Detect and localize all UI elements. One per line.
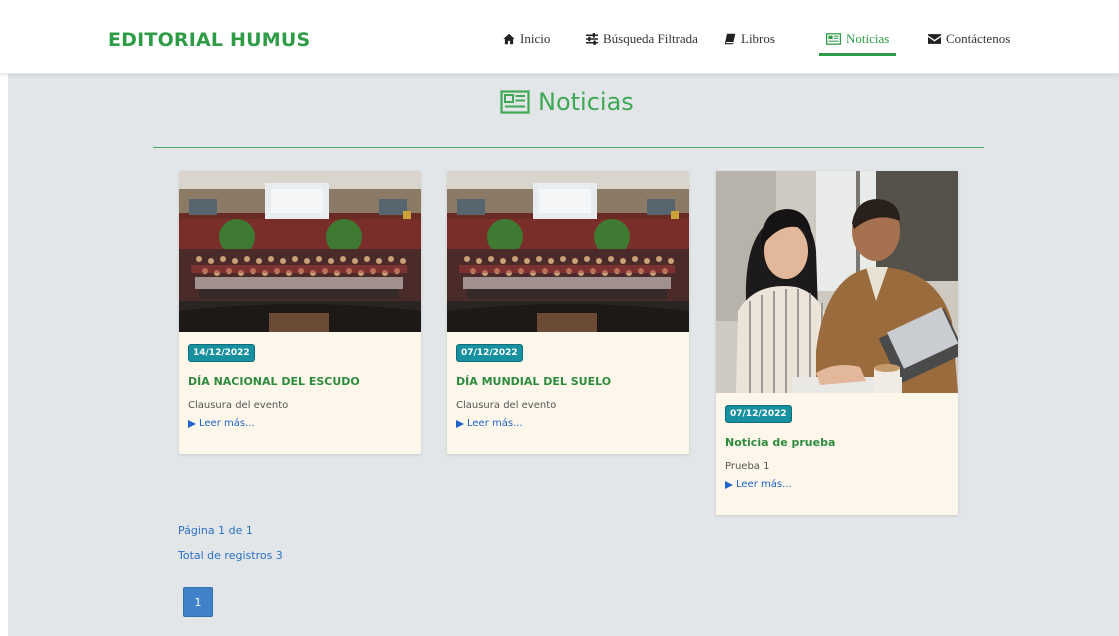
title-divider [153,147,984,148]
news-card: 07/12/2022 Noticia de prueba Prueba 1 Le… [716,171,958,515]
read-more-link[interactable]: Leer más... [456,418,523,429]
play-icon [188,419,196,428]
home-icon [503,33,515,45]
nav-item-label: Inicio [520,31,551,46]
date-badge: 07/12/2022 [725,405,792,423]
page-info: Página 1 de 1 [178,524,253,537]
read-more-link[interactable]: Leer más... [725,479,792,490]
news-image-office[interactable] [716,171,958,393]
news-title[interactable]: Noticia de prueba [725,436,835,449]
news-title[interactable]: DÍA NACIONAL DEL ESCUDO [188,375,360,388]
date-badge: 07/12/2022 [456,344,523,362]
navbar: EDITORIAL HUMUS Inicio Búsqueda Filtrada… [0,0,1119,74]
total-records: Total de registros 3 [178,549,283,562]
news-card: 07/12/2022 DÍA MUNDIAL DEL SUELO Clausur… [447,171,689,454]
news-card: 14/12/2022 DÍA NACIONAL DEL ESCUDO Claus… [179,171,421,454]
nav-item-contactenos[interactable]: Contáctenos [928,31,1010,47]
nav-item-noticias[interactable]: Noticias [826,31,889,47]
news-image-auditorium[interactable] [447,171,689,332]
play-icon [456,419,464,428]
nav-item-label: Libros [741,31,775,46]
news-title[interactable]: DÍA MUNDIAL DEL SUELO [456,375,611,388]
play-icon [725,480,733,489]
news-image-auditorium[interactable] [179,171,421,332]
news-description: Prueba 1 [725,461,770,472]
nav-item-label: Contáctenos [946,31,1011,46]
pagination-page-1[interactable]: 1 [183,587,213,617]
nav-item-label: Noticias [846,31,890,46]
date-badge: 14/12/2022 [188,344,255,362]
news-description: Clausura del evento [188,400,289,411]
envelope-icon [928,34,941,44]
book-icon [724,33,736,45]
newspaper-icon [826,33,841,45]
news-description: Clausura del evento [456,400,557,411]
page-title: Noticias [500,88,634,116]
sliders-icon [586,33,598,45]
read-more-label: Leer más... [199,418,255,429]
nav-item-busqueda-filtrada[interactable]: Búsqueda Filtrada [586,31,698,47]
nav-item-libros[interactable]: Libros [724,31,775,47]
active-nav-indicator [819,53,896,56]
brand-logo[interactable]: EDITORIAL HUMUS [108,29,310,51]
read-more-label: Leer más... [736,479,792,490]
newspaper-icon [500,90,530,114]
page-title-text: Noticias [538,88,634,116]
read-more-label: Leer más... [467,418,523,429]
nav-item-label: Búsqueda Filtrada [603,31,698,46]
nav-item-inicio[interactable]: Inicio [503,31,550,47]
read-more-link[interactable]: Leer más... [188,418,255,429]
